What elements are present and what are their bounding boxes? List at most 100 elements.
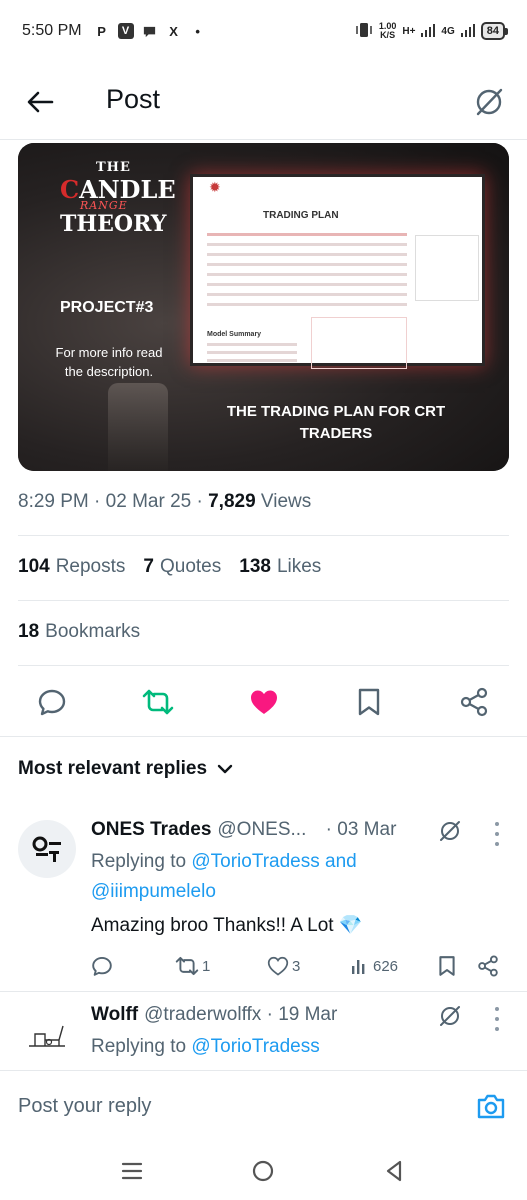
bookmark-icon xyxy=(358,688,380,716)
post-stats: 104 Reposts 7 Quotes 138 Likes xyxy=(18,556,321,578)
status-bar: 5:50 PM P V X • 1.00 K/S H+ 4G 84 xyxy=(0,0,527,62)
home-circle-icon xyxy=(252,1160,274,1182)
project-label: PROJECT#3 xyxy=(60,299,154,316)
reply-item[interactable]: Wolff @traderwolffx · 19 Mar Replying to … xyxy=(0,991,527,1070)
bookmarks-stat[interactable]: 18 Bookmarks xyxy=(18,621,140,643)
heart-outline-icon xyxy=(267,956,289,976)
reply-repost-button[interactable]: 1 xyxy=(175,954,210,978)
recent-apps-button[interactable] xyxy=(119,1158,145,1184)
replying-prefix: Replying to xyxy=(91,1036,187,1057)
bookmark-button[interactable] xyxy=(352,685,386,719)
meta-separator: · xyxy=(196,491,203,512)
doc-side-table xyxy=(415,235,479,301)
net-speed-unit: K/S xyxy=(380,30,396,40)
reply-author-name[interactable]: ONES Trades xyxy=(91,819,211,840)
bookmarks-label: Bookmarks xyxy=(45,621,141,642)
menu-icon xyxy=(121,1162,143,1180)
post-date: 02 Mar 25 xyxy=(105,491,192,512)
mention-link[interactable]: @TorioTradess xyxy=(191,1036,319,1057)
reply-author-handle[interactable]: @traderwolffx xyxy=(144,1004,261,1025)
replying-prefix: Replying to xyxy=(91,851,187,872)
reply-more-button[interactable] xyxy=(489,1007,505,1031)
reply-bookmark-button[interactable] xyxy=(437,954,457,978)
grok-icon xyxy=(440,1006,460,1026)
quotes-stat[interactable]: 7 Quotes xyxy=(143,556,221,578)
like-button[interactable] xyxy=(247,685,281,719)
repost-button[interactable] xyxy=(141,685,175,719)
trading-plan-document: ✹ TRADING PLAN Model Summary xyxy=(190,174,485,369)
battery-icon: 84 xyxy=(480,22,509,40)
repost-icon xyxy=(175,956,199,976)
dot xyxy=(495,1027,499,1031)
share-button[interactable] xyxy=(457,685,491,719)
dot-icon: • xyxy=(195,23,200,39)
reposts-stat[interactable]: 104 Reposts xyxy=(18,556,125,578)
avatar[interactable] xyxy=(18,820,76,878)
network-4g-label: 4G xyxy=(441,25,455,37)
reply-more-button[interactable] xyxy=(489,822,505,846)
divider xyxy=(0,736,527,737)
doc-line xyxy=(207,253,407,256)
views-count: 7,829 xyxy=(208,491,256,512)
doc-line xyxy=(207,243,407,246)
bookmarks-count: 18 xyxy=(18,621,40,642)
reply-author-handle[interactable]: @ONES... xyxy=(217,819,306,840)
avatar[interactable] xyxy=(18,1005,76,1063)
mention-link[interactable]: @TorioTradess xyxy=(191,851,319,872)
heart-icon xyxy=(251,690,277,714)
replying-to: Replying to @TorioTradess xyxy=(91,1032,320,1062)
reply-item[interactable]: ONES Trades @ONES... · 03 Mar Replying to… xyxy=(0,806,527,988)
reply-composer[interactable]: Post your reply xyxy=(0,1070,527,1142)
p-app-icon: P xyxy=(97,23,106,39)
divider xyxy=(18,600,509,601)
likes-stat[interactable]: 138 Likes xyxy=(239,556,321,578)
reply-author-name[interactable]: Wolff xyxy=(91,1004,138,1025)
chevron-down-icon xyxy=(217,764,233,774)
meta-separator: · xyxy=(94,491,101,512)
reply-reply-button[interactable] xyxy=(91,954,113,978)
reply-like-button[interactable]: 3 xyxy=(267,954,300,978)
media-caption: THE TRADING PLAN FOR CRT TRADERS xyxy=(226,403,446,442)
reply-button[interactable] xyxy=(35,685,69,719)
reply-separator: · xyxy=(325,819,332,840)
grok-button[interactable] xyxy=(469,82,509,122)
project-info: For more info read the description. xyxy=(55,345,163,379)
reply-text: Amazing broo Thanks!! A Lot 💎 xyxy=(91,915,363,936)
back-button[interactable] xyxy=(22,84,58,120)
net-speed: 1.00 K/S xyxy=(379,22,397,40)
reply-grok-button[interactable] xyxy=(437,1003,463,1029)
grok-icon xyxy=(440,821,460,841)
doc-model-summary: Model Summary xyxy=(207,331,262,338)
reposts-count: 104 xyxy=(18,556,50,577)
doc-line xyxy=(207,303,407,306)
reply-share-button[interactable] xyxy=(477,954,499,978)
gear-icon: ✹ xyxy=(209,179,221,195)
replying-to: Replying to @TorioTradess and @iiimpumel… xyxy=(91,847,357,907)
post-media-image[interactable]: THE CANDLE RANGE THEORY PROJECT#3 For mo… xyxy=(18,143,509,471)
doc-line xyxy=(207,233,407,236)
grok-icon xyxy=(476,88,503,116)
camera-button[interactable] xyxy=(475,1091,507,1123)
reply-grok-button[interactable] xyxy=(437,818,463,844)
dot xyxy=(495,832,499,836)
reply-views-button[interactable]: 626 xyxy=(350,954,398,978)
analytics-icon xyxy=(352,960,365,974)
wolff-logo-icon xyxy=(29,1025,65,1047)
share-icon xyxy=(478,955,498,977)
back-nav-button[interactable] xyxy=(381,1158,407,1184)
ones-logo-icon xyxy=(32,836,61,862)
back-arrow-icon xyxy=(27,91,54,113)
likes-count: 138 xyxy=(239,556,271,577)
reply-input-placeholder[interactable]: Post your reply xyxy=(18,1095,151,1118)
dot xyxy=(495,1007,499,1011)
likes-label: Likes xyxy=(276,556,322,577)
replies-sort-dropdown[interactable]: Most relevant replies xyxy=(18,758,233,780)
quotes-label: Quotes xyxy=(159,556,222,577)
page-title: Post xyxy=(106,84,161,114)
dot xyxy=(495,1017,499,1021)
home-button[interactable] xyxy=(250,1158,276,1184)
mention-link[interactable]: @iiimpumelelo xyxy=(91,881,216,902)
quotes-count: 7 xyxy=(143,556,154,577)
repost-icon xyxy=(142,689,174,715)
brand-the: THE xyxy=(96,160,131,175)
